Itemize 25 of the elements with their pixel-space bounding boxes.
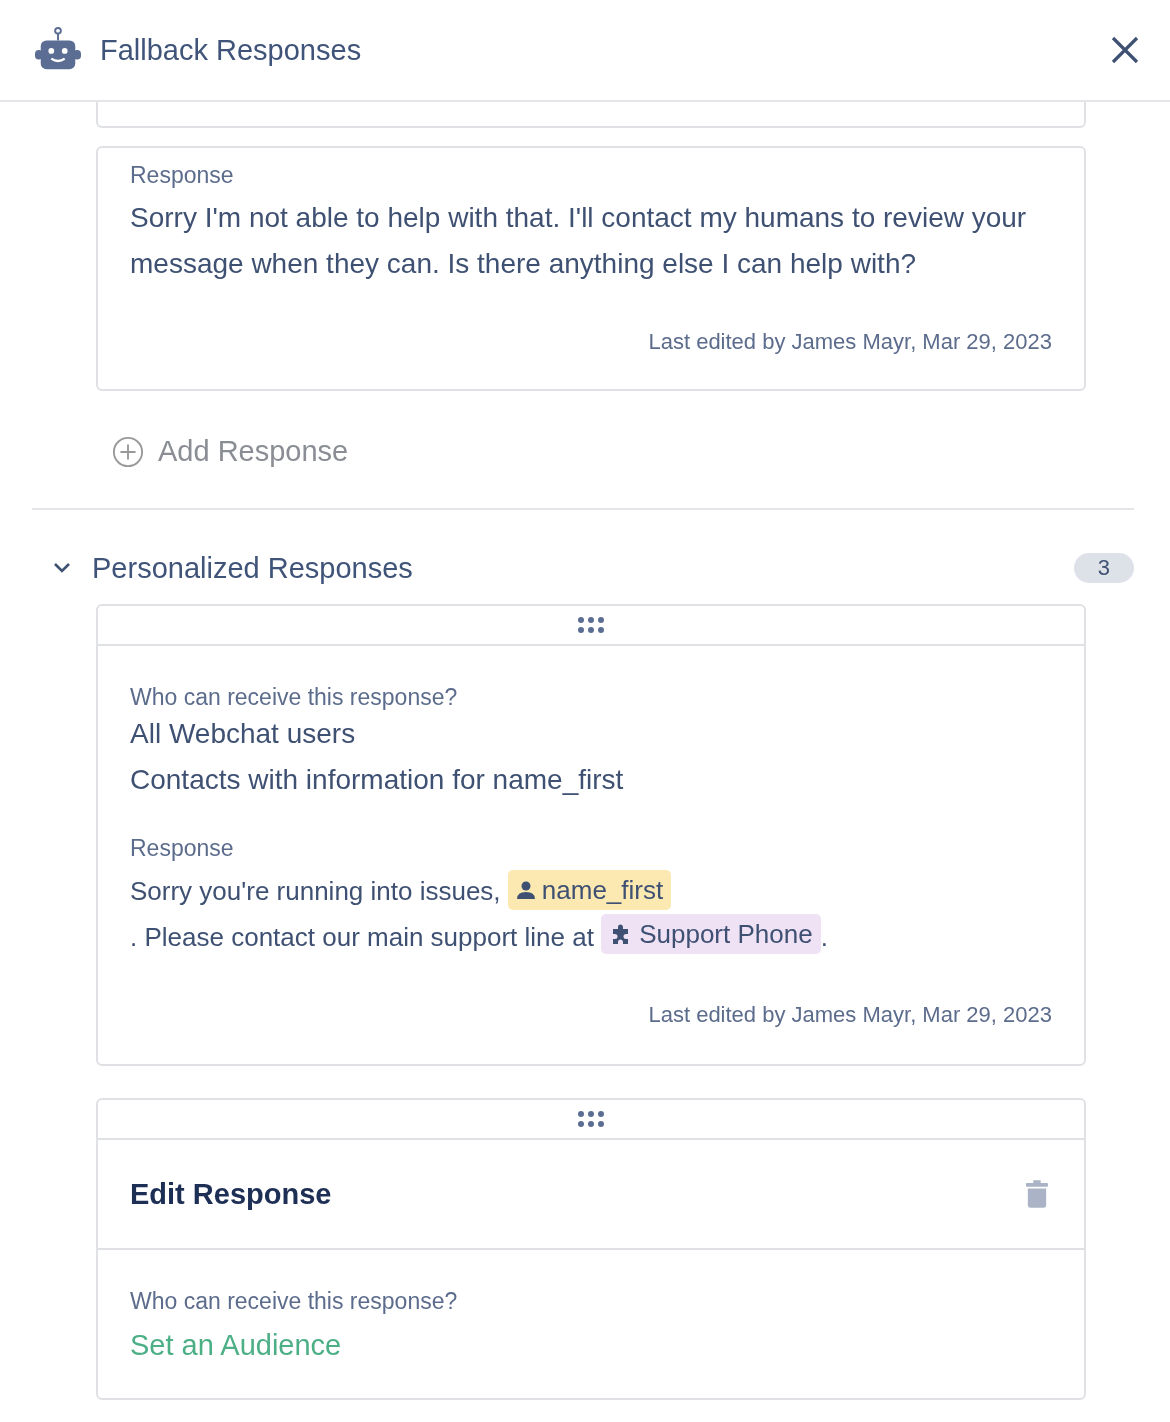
response-text: Sorry I'm not able to help with that. I'll contact my humans to review your message when they can. Is there anything else I can help with? [130, 201, 1028, 281]
person-icon [515, 880, 536, 900]
plus-circle-icon [112, 435, 144, 468]
close-icon[interactable] [1110, 35, 1140, 65]
response-text: Sorry you're running into issues, [130, 876, 502, 906]
drag-handle-icon[interactable] [577, 616, 605, 634]
edited-note: Last edited by James Mayr, Mar 29, 2023 [647, 329, 1052, 355]
count-badge: 3 [1073, 553, 1134, 583]
add-response-button[interactable]: Add Response [112, 435, 349, 468]
panel-title: Fallback Responses [100, 33, 363, 67]
variable-chip[interactable]: Support Phone [601, 914, 821, 954]
edited-note: Last edited by James Mayr, Mar 29, 2023 [647, 1002, 1052, 1028]
audience-label: Who can receive this response? [130, 684, 459, 711]
response-text: . Please contact our [130, 922, 360, 952]
section-title: Personalized Responses [92, 551, 414, 585]
drag-handle-icon[interactable] [577, 1110, 605, 1128]
edit-title: Edit Response [130, 1177, 332, 1211]
variable-chip[interactable]: name_first [507, 870, 672, 910]
response-text: . [820, 922, 828, 952]
response-text: main support line at [366, 922, 595, 952]
audience-item: Contacts with information for name_first [130, 763, 625, 797]
audience-label: Who can receive this response? [130, 1288, 459, 1315]
response-label: Response [130, 162, 235, 189]
audience-item: All Webchat users [130, 717, 357, 751]
response-label: Response [130, 835, 235, 862]
